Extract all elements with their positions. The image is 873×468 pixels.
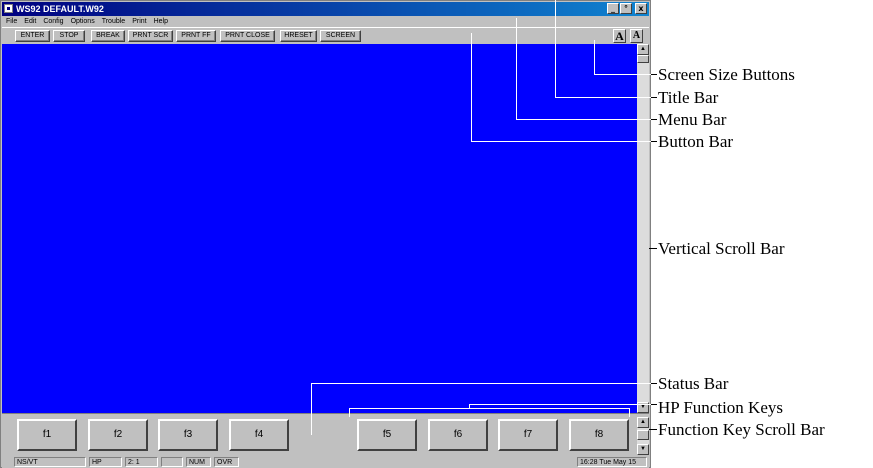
callout-line [516,18,517,120]
status-terminal-type: HP [89,457,122,467]
function-key-f1[interactable]: f1 [17,419,77,451]
label-menu-bar: Menu Bar [658,110,727,129]
function-key-f3[interactable]: f3 [158,419,218,451]
function-key-f5[interactable]: f5 [357,419,417,451]
fkey-scroll-down-arrow-icon[interactable]: ▼ [637,444,649,455]
function-key-f4[interactable]: f4 [229,419,289,451]
fkey-scroll-up-arrow-icon[interactable]: ▲ [637,417,649,428]
callout-line [649,429,657,430]
title-bar[interactable]: WS92 DEFAULT.W92 _ ° x [2,2,649,16]
callout-line [651,74,657,75]
status-mode: NS/VT [14,457,86,467]
label-status-bar: Status Bar [658,374,729,393]
callout-line [471,33,472,142]
menu-print[interactable]: Print [132,16,146,27]
label-hp-function-keys: HP Function Keys [658,398,783,417]
status-num: NUM [186,457,211,467]
menu-options[interactable]: Options [71,16,95,27]
function-key-area: f1 f2 f3 f4 f5 f6 f7 f8 ▲ ▼ [2,413,649,456]
callout-line [651,119,657,120]
print-screen-button[interactable]: PRNT SCR [128,30,173,42]
app-icon[interactable] [4,4,13,13]
label-button-bar: Button Bar [658,132,734,151]
terminal-screen[interactable] [2,44,637,413]
label-screen-size-buttons: Screen Size Buttons [658,65,795,84]
callout-line [649,248,657,249]
callout-line [594,74,651,75]
callout-line [594,40,595,75]
break-button[interactable]: BREAK [91,30,125,42]
function-key-f6[interactable]: f6 [428,419,488,451]
callout-line [516,119,651,120]
small-font-button[interactable]: A [630,29,643,43]
function-key-f8[interactable]: f8 [569,419,629,451]
status-clock: 16:28 Tue May 15 [577,457,647,467]
callout-line [349,408,350,417]
minimize-button[interactable]: _ [607,3,619,14]
callout-line [311,383,651,384]
menu-edit[interactable]: Edit [24,16,36,27]
callout-line [349,408,630,409]
label-title-bar: Title Bar [658,88,719,107]
menu-config[interactable]: Config [43,16,63,27]
print-form-feed-button[interactable]: PRNT FF [176,30,216,42]
function-key-scroll-bar[interactable]: ▲ ▼ [637,417,649,455]
hard-reset-button[interactable]: HRESET [280,30,317,42]
large-font-button[interactable]: A [613,29,626,43]
menu-file[interactable]: File [6,16,17,27]
callout-line [555,0,556,98]
status-bar: NS/VT HP 2: 1 NUM OVR 16:28 Tue May 15 [2,457,649,468]
maximize-button[interactable]: ° [620,3,632,14]
button-bar: ENTER STOP BREAK PRNT SCR PRNT FF PRNT C… [2,27,649,44]
label-function-key-scroll-bar: Function Key Scroll Bar [658,420,825,439]
callout-line [471,141,651,142]
vertical-scroll-bar[interactable]: ▲ ▼ [637,44,649,413]
callout-line [629,408,630,417]
stop-button[interactable]: STOP [53,30,85,42]
callout-line [651,404,657,405]
scroll-up-arrow-icon[interactable]: ▲ [637,44,649,55]
function-key-f2[interactable]: f2 [88,419,148,451]
callout-line [469,404,651,405]
callout-line [651,383,657,384]
scroll-thumb[interactable] [637,55,649,63]
fkey-scroll-thumb[interactable] [637,430,649,440]
app-window: WS92 DEFAULT.W92 _ ° x File Edit Config … [0,0,651,468]
window-title: WS92 DEFAULT.W92 [16,4,104,14]
menu-bar: File Edit Config Options Trouble Print H… [2,16,649,27]
menu-trouble[interactable]: Trouble [102,16,125,27]
callout-line [651,141,657,142]
label-vertical-scroll-bar: Vertical Scroll Bar [658,239,785,258]
status-ovr: OVR [214,457,239,467]
enter-button[interactable]: ENTER [15,30,50,42]
window-controls: _ ° x [607,3,647,14]
menu-help[interactable]: Help [154,16,168,27]
close-button[interactable]: x [635,3,647,14]
callout-line [311,383,312,435]
status-blank [161,457,183,467]
callout-line [651,97,657,98]
function-key-f7[interactable]: f7 [498,419,558,451]
print-close-button[interactable]: PRNT CLOSE [220,30,275,42]
callout-line [555,97,651,98]
screen-button[interactable]: SCREEN [320,30,361,42]
status-cursor-position: 2: 1 [125,457,158,467]
